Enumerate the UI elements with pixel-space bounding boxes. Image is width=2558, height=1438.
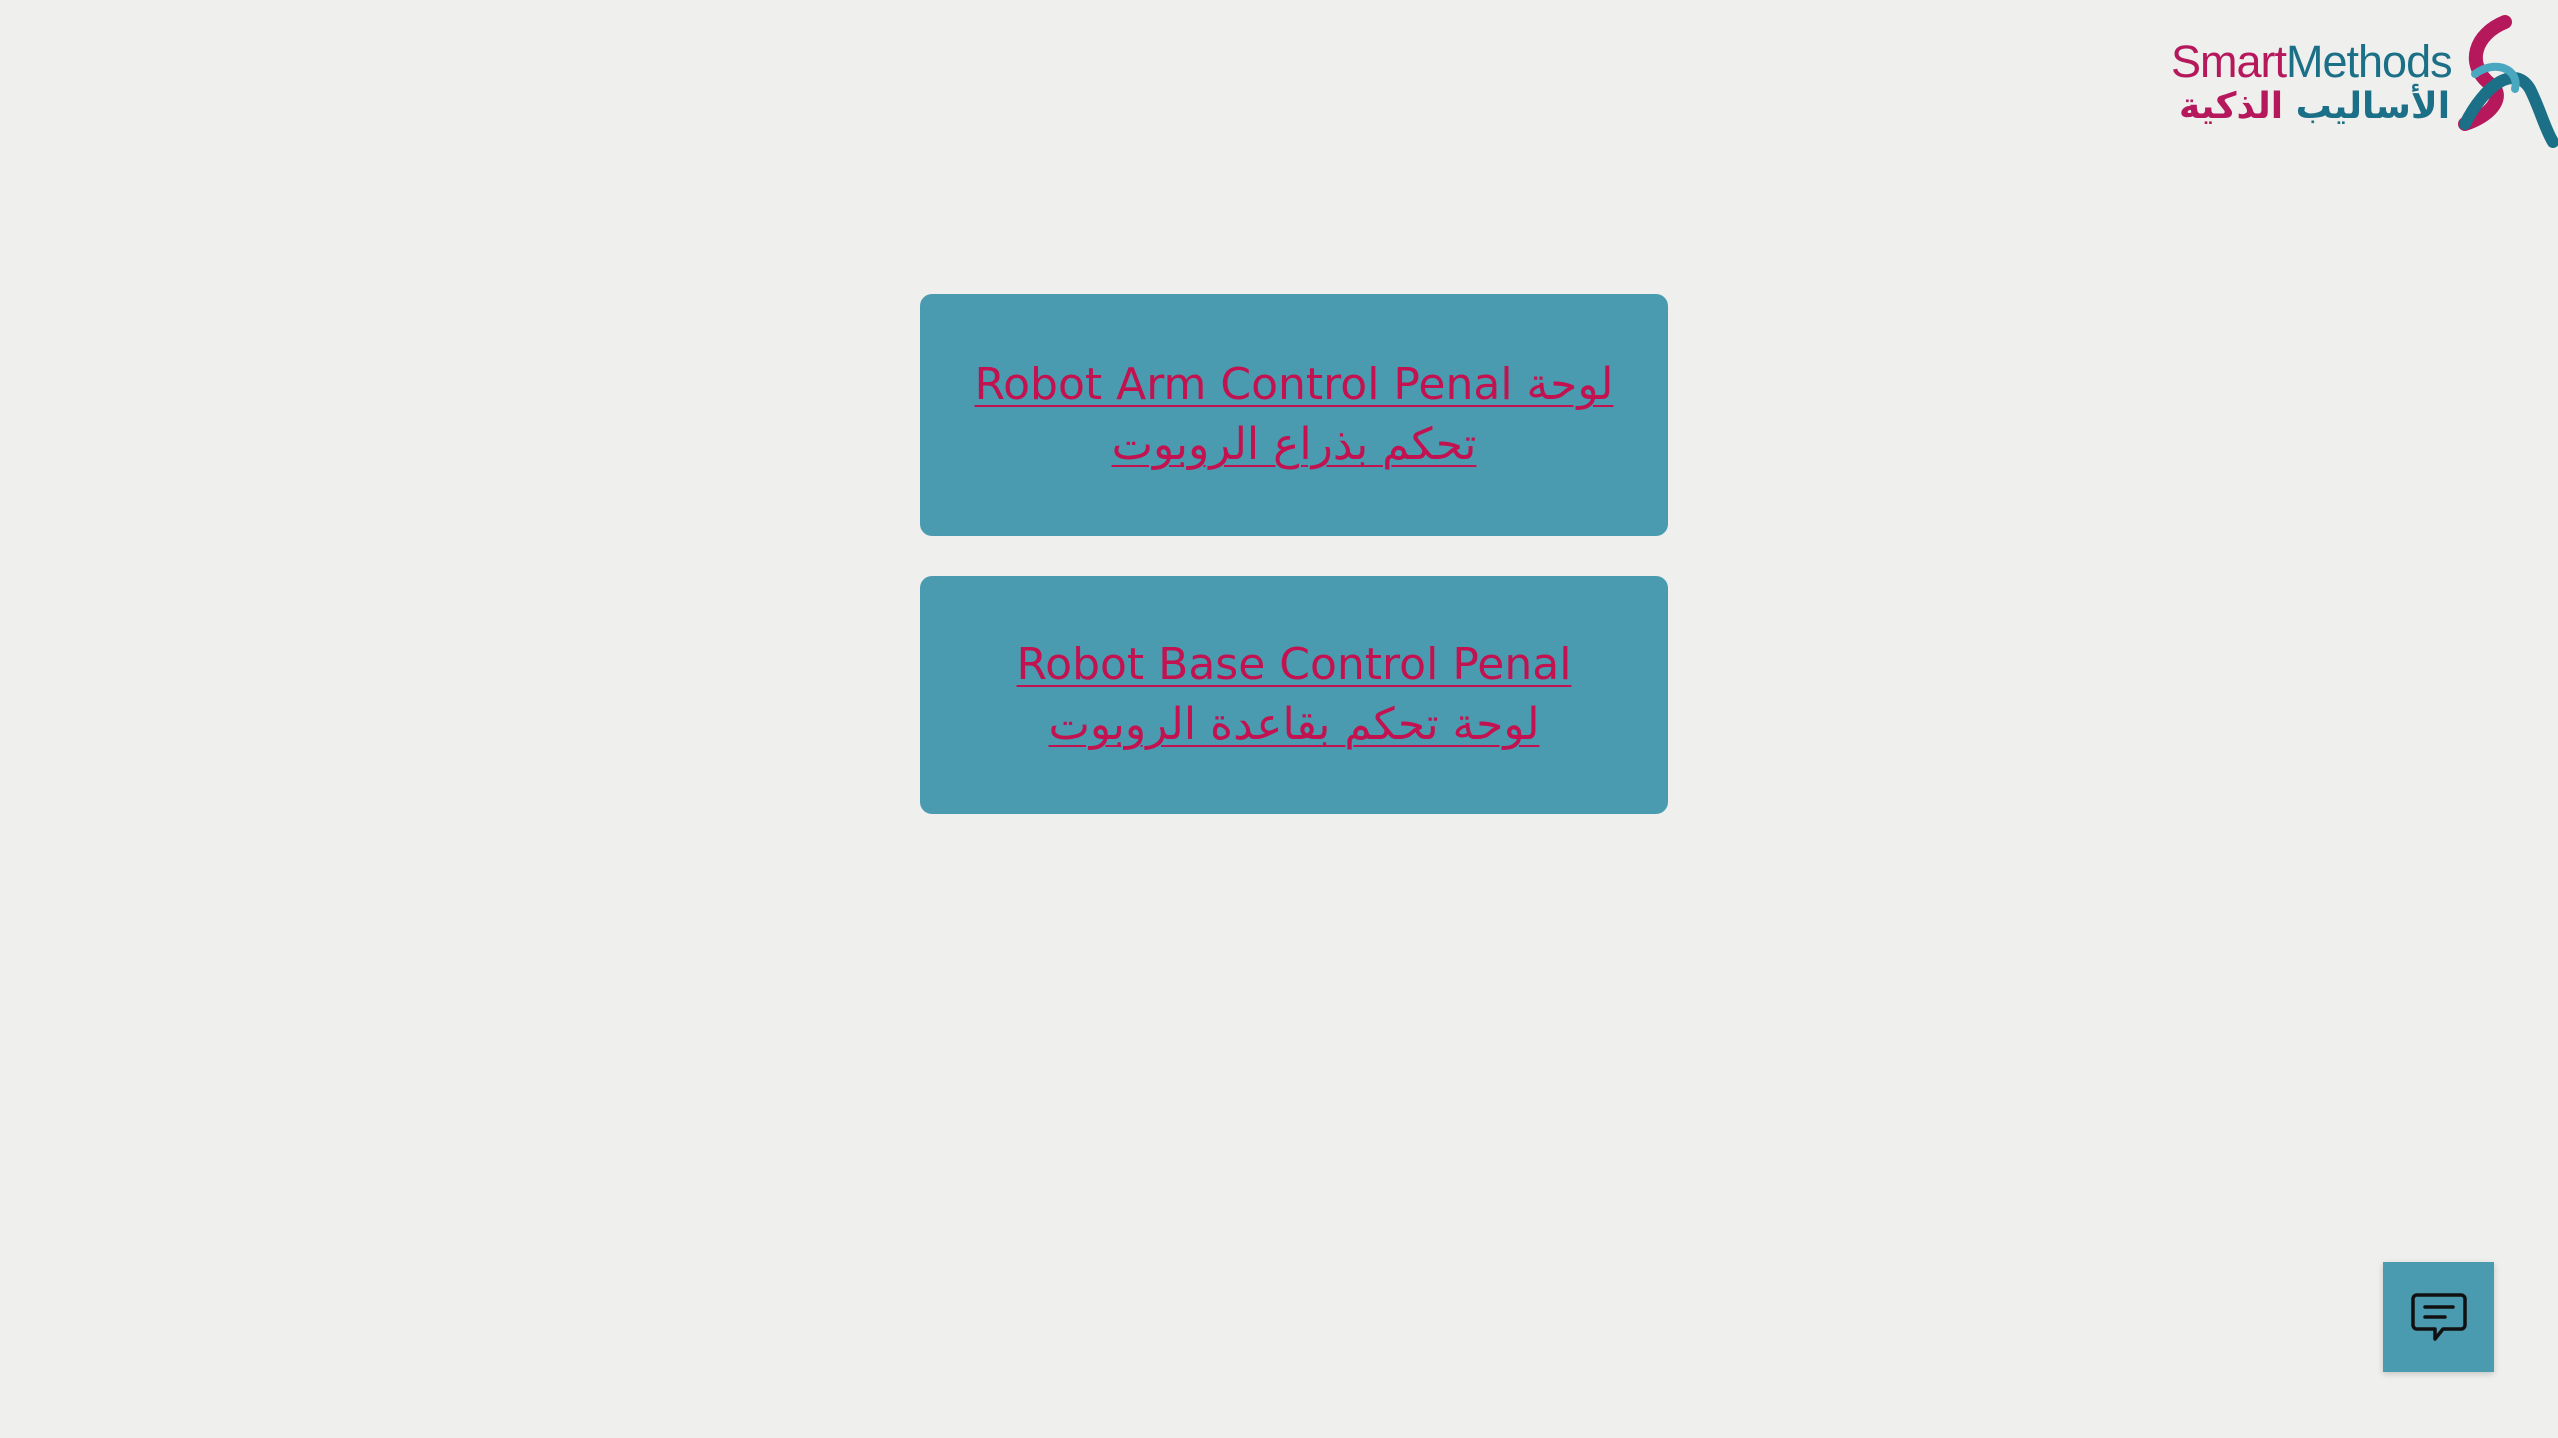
chat-button[interactable]	[2383, 1262, 2494, 1372]
robot-base-control-panel-button[interactable]: Robot Base Control Penal لوحة تحكم بقاعد…	[920, 576, 1668, 814]
logo-english-text: SmartMethods	[2171, 36, 2453, 88]
robot-arm-control-panel-link[interactable]: Robot Arm Control Penal لوحة تحكم بذراع …	[970, 355, 1618, 475]
logo-text-smart: Smart	[2171, 36, 2287, 87]
robot-arm-control-panel-button[interactable]: Robot Arm Control Penal لوحة تحكم بذراع …	[920, 294, 1668, 536]
logo-text-ar-1: الأساليب	[2295, 86, 2451, 127]
page: SmartMethods الأساليب الذكية Robot Arm C…	[0, 0, 2558, 1438]
robot-base-control-panel-link[interactable]: Robot Base Control Penal لوحة تحكم بقاعد…	[970, 635, 1618, 755]
chat-bubble-icon	[2410, 1293, 2467, 1341]
smart-methods-logo[interactable]: SmartMethods الأساليب الذكية	[2165, 14, 2558, 150]
logo-text-methods: Methods	[2286, 36, 2453, 87]
logo-arabic-text: الأساليب الذكية	[2179, 86, 2450, 127]
logo-swirl-icon	[2458, 15, 2558, 148]
logo-text-ar-2: الذكية	[2179, 86, 2284, 127]
